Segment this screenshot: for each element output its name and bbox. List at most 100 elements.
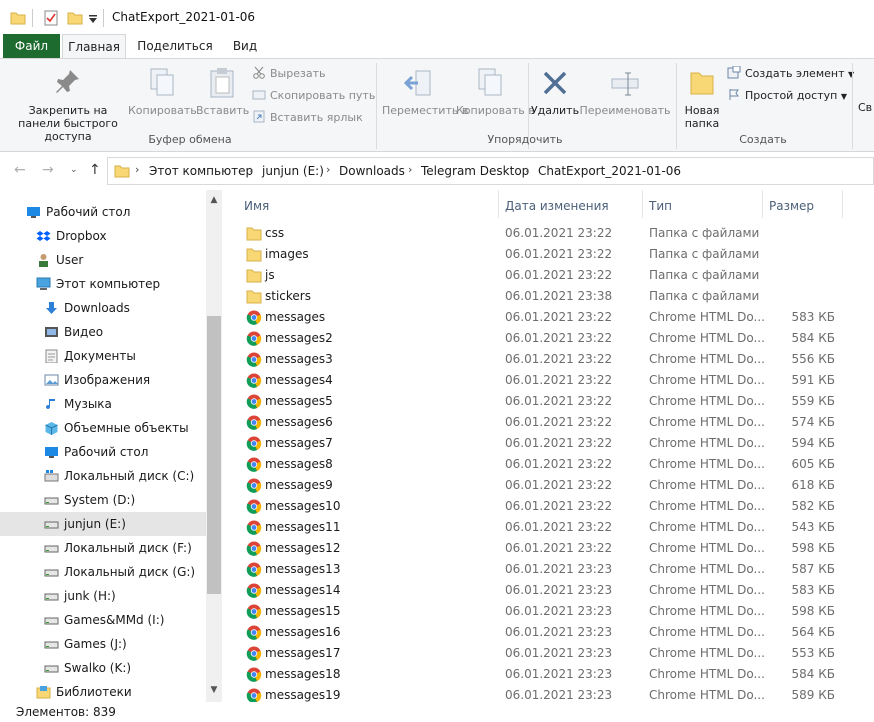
chevron-right-icon: › (249, 163, 254, 176)
nav-item[interactable]: Dropbox (0, 224, 206, 248)
nav-item[interactable]: Видео (0, 320, 206, 344)
properties-button[interactable]: Св (858, 101, 874, 114)
delete-button[interactable]: Удалить (530, 67, 580, 117)
copy-label: Копировать (128, 104, 197, 117)
file-row[interactable]: messages9 06.01.2021 23:22 Chrome HTML Do.… (222, 475, 874, 496)
file-row[interactable]: messages19 06.01.2021 23:23 Chrome HTML Do… (222, 685, 874, 702)
nav-item[interactable]: junjun (E:) (0, 512, 206, 536)
file-row[interactable]: messages2 06.01.2021 23:22 Chrome HTML Do.… (222, 328, 874, 349)
tab-home[interactable]: Главная (62, 34, 126, 59)
cut-button[interactable]: Вырезать (252, 65, 325, 83)
column-divider[interactable] (762, 190, 763, 218)
column-divider[interactable] (842, 190, 843, 218)
nav-item[interactable]: System (D:) (0, 488, 206, 512)
nav-item[interactable]: Локальный диск (G:) (0, 560, 206, 584)
file-row[interactable]: messages18 06.01.2021 23:23 Chrome HTML Do… (222, 664, 874, 685)
tab-file[interactable]: Файл (3, 34, 60, 58)
file-row[interactable]: images 06.01.2021 23:22 Папка с файлами (222, 244, 874, 265)
breadcrumb-telegram-desktop[interactable]: Telegram Desktop (421, 164, 529, 178)
file-size: 584 КБ (791, 667, 835, 681)
up-button[interactable]: ↑ (89, 162, 101, 178)
new-folder-button[interactable]: Новая папка (680, 67, 724, 130)
file-row[interactable]: messages17 06.01.2021 23:23 Chrome HTML Do… (222, 643, 874, 664)
file-date: 06.01.2021 23:23 (505, 583, 613, 597)
nav-item[interactable]: Games&MMd (I:) (0, 608, 206, 632)
file-row[interactable]: messages6 06.01.2021 23:22 Chrome HTML Do.… (222, 412, 874, 433)
nav-item[interactable]: Games (J:) (0, 632, 206, 656)
nav-item[interactable]: Рабочий стол (0, 440, 206, 464)
column-header-name[interactable]: Имя (244, 194, 494, 218)
nav-item[interactable]: Downloads (0, 296, 206, 320)
pin-quick-access-button[interactable]: Закрепить на панели быстрого доступа (6, 67, 130, 143)
chrome-html-icon (246, 352, 262, 367)
file-row[interactable]: messages14 06.01.2021 23:23 Chrome HTML Do… (222, 580, 874, 601)
back-button[interactable]: ← (14, 162, 26, 178)
file-row[interactable]: css 06.01.2021 23:22 Папка с файлами (222, 223, 874, 244)
breadcrumb-downloads[interactable]: Downloads (339, 164, 405, 178)
nav-item[interactable]: Локальный диск (C:) (0, 464, 206, 488)
column-header-type[interactable]: Тип (649, 194, 759, 218)
file-row[interactable]: messages10 06.01.2021 23:22 Chrome HTML Do… (222, 496, 874, 517)
rename-button[interactable]: Переименовать (578, 67, 672, 117)
tab-share[interactable]: Поделиться (132, 34, 218, 58)
properties-check-icon[interactable] (44, 10, 58, 26)
file-row[interactable]: messages11 06.01.2021 23:22 Chrome HTML Do… (222, 517, 874, 538)
column-divider[interactable] (642, 190, 643, 218)
copy-button[interactable]: Копировать (128, 67, 197, 117)
breadcrumb-drive-e[interactable]: junjun (E:) (262, 164, 324, 178)
forward-button[interactable]: → (42, 162, 54, 178)
nav-scrollbar-thumb[interactable] (207, 316, 221, 594)
cut-label: Вырезать (270, 67, 326, 80)
nav-item[interactable]: Swalko (K:) (0, 656, 206, 680)
copy-path-button[interactable]: Скопировать путь (252, 87, 375, 105)
move-to-icon (403, 70, 431, 96)
file-row[interactable]: messages3 06.01.2021 23:22 Chrome HTML Do.… (222, 349, 874, 370)
nav-scroll-up-button[interactable]: ▲ (206, 192, 222, 208)
file-row[interactable]: messages4 06.01.2021 23:22 Chrome HTML Do.… (222, 370, 874, 391)
nav-item[interactable]: Документы (0, 344, 206, 368)
nav-item[interactable]: Библиотеки (0, 680, 206, 704)
nav-item[interactable]: junk (H:) (0, 584, 206, 608)
file-name: messages3 (265, 352, 333, 366)
nav-scroll-down-button[interactable]: ▼ (206, 682, 222, 698)
nav-item[interactable]: Музыка (0, 392, 206, 416)
file-row[interactable]: messages8 06.01.2021 23:22 Chrome HTML Do.… (222, 454, 874, 475)
paste-button[interactable]: Вставить (196, 67, 249, 117)
move-to-button[interactable]: Переместить в (382, 67, 468, 117)
easy-access-button[interactable]: Простой доступ ▼ (727, 87, 847, 105)
nav-item[interactable]: Объемные объекты (0, 416, 206, 440)
column-header-size[interactable]: Размер (769, 194, 849, 218)
nav-item[interactable]: Изображения (0, 368, 206, 392)
tab-view[interactable]: Вид (222, 34, 268, 58)
file-date: 06.01.2021 23:22 (505, 478, 613, 492)
chrome-html-icon (246, 331, 262, 346)
nav-item[interactable]: User (0, 248, 206, 272)
nav-item[interactable]: Локальный диск (F:) (0, 536, 206, 560)
paste-shortcut-button[interactable]: Вставить ярлык (252, 109, 363, 127)
breadcrumb-this-pc[interactable]: Этот компьютер (149, 164, 253, 178)
address-bar[interactable]: › Этот компьютер › junjun (E:) › Downloa… (107, 157, 874, 185)
column-divider[interactable] (498, 190, 499, 218)
new-folder-quick-icon[interactable] (67, 11, 83, 25)
nav-item-label: User (56, 253, 84, 267)
recent-locations-button[interactable]: ⌄ (70, 165, 78, 175)
file-row[interactable]: messages13 06.01.2021 23:23 Chrome HTML Do… (222, 559, 874, 580)
customize-quick-access-icon[interactable] (88, 14, 98, 24)
column-header-date[interactable]: Дата изменения (505, 194, 640, 218)
column-name-label: Имя (244, 199, 270, 213)
file-row[interactable]: js 06.01.2021 23:22 Папка с файлами (222, 265, 874, 286)
drive-icon (44, 593, 59, 601)
file-type: Папка с файлами (649, 247, 760, 261)
copy-to-button[interactable]: Копировать в (456, 67, 535, 117)
file-row[interactable]: messages12 06.01.2021 23:22 Chrome HTML Do… (222, 538, 874, 559)
nav-item[interactable]: Этот компьютер (0, 272, 206, 296)
new-item-button[interactable]: Создать элемент ▼ (727, 65, 854, 83)
file-row[interactable]: messages 06.01.2021 23:22 Chrome HTML Do..… (222, 307, 874, 328)
file-row[interactable]: messages5 06.01.2021 23:22 Chrome HTML Do.… (222, 391, 874, 412)
file-row[interactable]: messages15 06.01.2021 23:23 Chrome HTML Do… (222, 601, 874, 622)
breadcrumb-chatexport[interactable]: ChatExport_2021-01-06 (538, 164, 681, 178)
file-row[interactable]: stickers 06.01.2021 23:38 Папка с файлами (222, 286, 874, 307)
nav-item[interactable]: Рабочий стол (0, 200, 206, 224)
file-row[interactable]: messages7 06.01.2021 23:22 Chrome HTML Do.… (222, 433, 874, 454)
file-row[interactable]: messages16 06.01.2021 23:23 Chrome HTML Do… (222, 622, 874, 643)
